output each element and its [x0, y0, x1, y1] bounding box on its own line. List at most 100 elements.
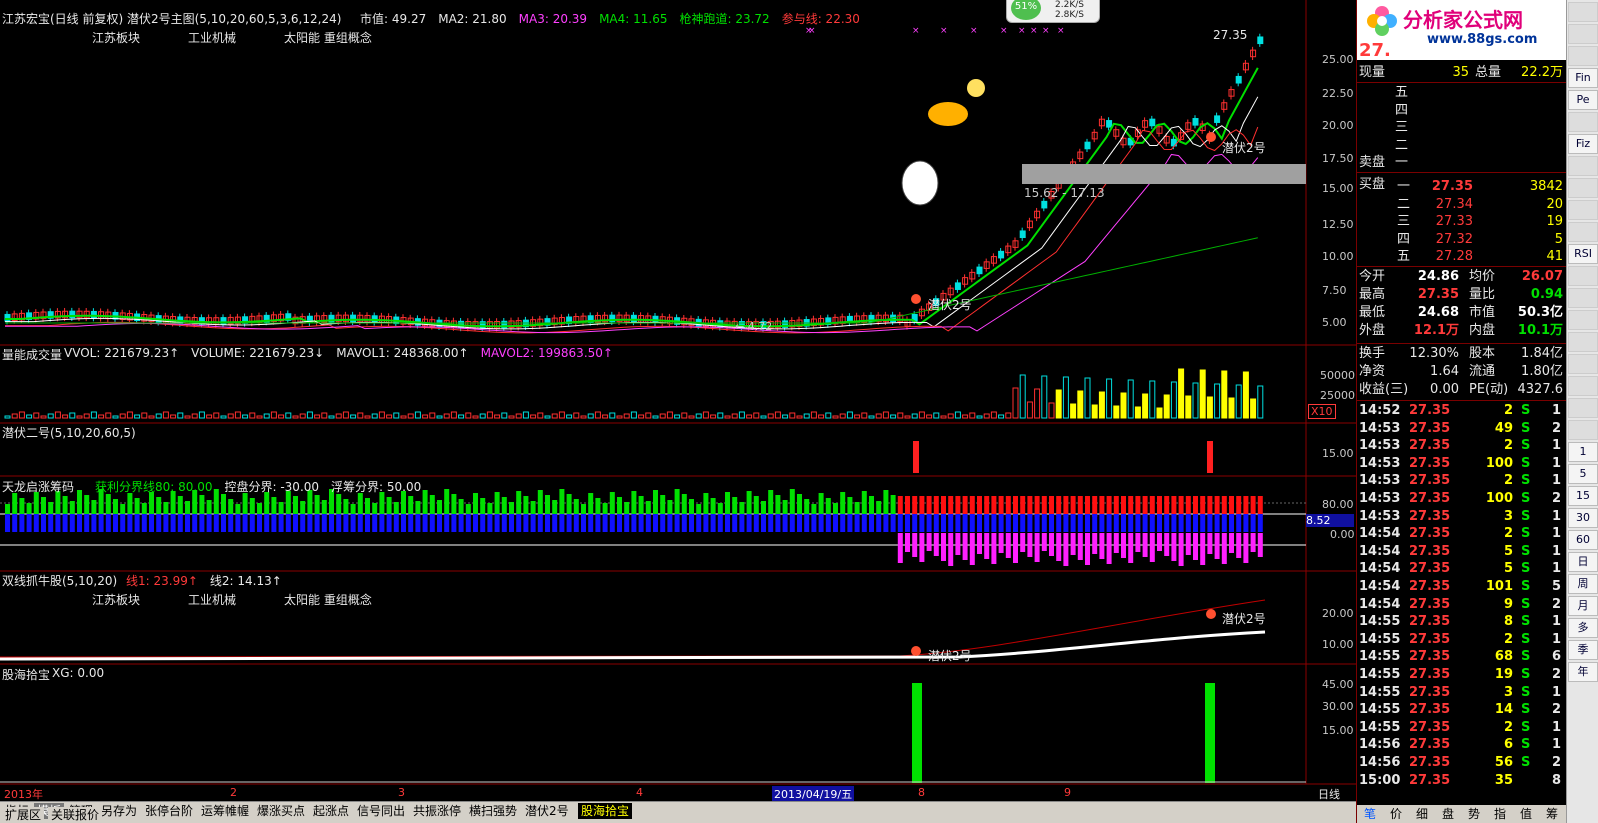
concept-tag[interactable]: 工业机械 [188, 31, 236, 45]
toolbar-item[interactable]: Fin [1568, 68, 1598, 88]
toolbar-item[interactable] [1568, 112, 1598, 132]
toolbar-item[interactable]: 1 [1568, 442, 1598, 462]
tianlong-magenta-bar [926, 533, 932, 551]
tianlong-green-bar [739, 502, 745, 514]
tianlong-red-bar [1250, 496, 1256, 515]
tab-11[interactable]: 潜伏2号 [522, 803, 572, 819]
tianlong-green-bar [228, 499, 234, 514]
chart-area[interactable]: × × × × × × × × × × 江苏宏宝(日线 前复权) 潜伏2号主图(5,10,20,6… [0, 0, 1356, 802]
quote-tab-4[interactable]: 势 [1461, 805, 1487, 823]
quote-tab-0[interactable]: 笔 [1357, 805, 1383, 823]
tab-7[interactable]: 起涨点 [310, 803, 352, 819]
concept-tag[interactable]: 工业机械 [188, 593, 236, 607]
tianlong-green-bar [573, 499, 579, 514]
tick-row: 14:55 27.35 2 S 1 [1359, 631, 1561, 647]
tab-3[interactable]: 另存为 [98, 803, 140, 819]
toolbar-item[interactable]: Pe [1568, 90, 1598, 110]
tianlong-green-bar [609, 492, 615, 514]
volume-bar [47, 413, 54, 419]
toolbar-item[interactable] [1568, 332, 1598, 352]
tianlong-blue-bar [1135, 514, 1141, 532]
toolbar-item[interactable]: 年 [1568, 662, 1598, 682]
toolbar-item[interactable] [1568, 376, 1598, 396]
concept-tag[interactable]: 江苏板块 [92, 593, 140, 607]
tianlong-red-bar [1034, 496, 1040, 517]
toolbar-item[interactable]: 日 [1568, 552, 1598, 572]
tianlong-blue-bar [242, 514, 248, 532]
toolbar-item[interactable] [1568, 24, 1598, 44]
tianlong-blue-bar [1257, 514, 1263, 532]
toolbar-item[interactable]: Fiz [1568, 134, 1598, 154]
guhai-axis-30: 30.00 [1322, 700, 1354, 713]
tab-10[interactable]: 横扫强势 [466, 803, 520, 819]
tianlong-panel-title: 天龙启涨筹码 [2, 480, 75, 494]
tianlong-blue-bar [861, 514, 867, 532]
toolbar-item[interactable]: RSI [1568, 244, 1598, 264]
toolbar-item[interactable] [1568, 310, 1598, 330]
toolbar-item[interactable] [1568, 266, 1598, 286]
main-indicator-values: 市值: 49.27 MA2: 21.80 MA3: 20.39 MA4: 11.65 枪… [360, 10, 872, 26]
network-speed-widget[interactable]: 51% 2.2K/S 2.8K/S [1006, 0, 1100, 23]
toolbar-item[interactable]: 5 [1568, 464, 1598, 484]
tianlong-red-bar [1027, 496, 1033, 516]
tianlong-blue-bar [681, 514, 687, 532]
quote-tab-7[interactable]: 筹 [1539, 805, 1565, 823]
concept-tag[interactable]: 太阳能 重组概念 [284, 593, 372, 607]
toolbar-item[interactable]: 周 [1568, 574, 1598, 594]
tianlong-blue-bar [271, 514, 277, 532]
toolbar-item[interactable] [1568, 288, 1598, 308]
price-axis-label: 17.50 [1322, 152, 1354, 165]
quote-tab-6[interactable]: 值 [1513, 805, 1539, 823]
tab-12[interactable]: 股海拾宝 [578, 803, 633, 819]
marker-icon: × [912, 26, 920, 36]
kline-chart[interactable]: ×× × × × × × × × × [0, 0, 1356, 801]
concept-tag[interactable]: 江苏板块 [92, 31, 140, 45]
toolbar-item[interactable] [1568, 2, 1598, 22]
tianlong-green-bar [840, 492, 846, 514]
tianlong-red-bar [1214, 496, 1220, 514]
toolbar-item[interactable] [1568, 398, 1598, 418]
toolbar-item[interactable]: 15 [1568, 486, 1598, 506]
toolbar-item[interactable] [1568, 200, 1598, 220]
tianlong-green-bar [379, 492, 385, 514]
volume-indicator-1: VOLUME: 221679.23↓ [191, 346, 325, 360]
time-axis-label: 2 [230, 786, 237, 799]
toolbar-item[interactable]: 30 [1568, 508, 1598, 528]
time-axis-label: 3 [398, 786, 405, 799]
ext-tab-0[interactable]: 扩展区 [2, 807, 45, 823]
tianlong-red-bar [897, 496, 903, 514]
toolbar-item[interactable] [1568, 46, 1598, 66]
tianlong-green-bar [717, 503, 723, 514]
ext-tab-1[interactable]: 关联报价 [48, 807, 103, 823]
tab-6[interactable]: 爆涨买点 [254, 803, 308, 819]
toolbar-item[interactable]: 多 [1568, 618, 1598, 638]
toolbar-item[interactable] [1568, 420, 1598, 440]
tab-8[interactable]: 信号同出 [354, 803, 408, 819]
quote-tab-1[interactable]: 价 [1383, 805, 1409, 823]
tianlong-magenta-bar [1013, 533, 1018, 563]
toolbar-item[interactable] [1568, 354, 1598, 374]
toolbar-item[interactable] [1568, 222, 1598, 242]
tianlong-green-bar [141, 503, 147, 514]
ma-long-line [5, 237, 1258, 324]
toolbar-item[interactable] [1568, 156, 1598, 176]
quote-tab-2[interactable]: 细 [1409, 805, 1435, 823]
tianlong-blue-bar [1063, 514, 1069, 532]
tab-5[interactable]: 运筹帷幄 [198, 803, 252, 819]
toolbar-item[interactable]: 月 [1568, 596, 1598, 616]
volume-bar [551, 413, 558, 419]
toolbar-item[interactable]: 季 [1568, 640, 1598, 660]
concept-tag[interactable]: 太阳能 重组概念 [284, 31, 372, 45]
toolbar-item[interactable]: 60 [1568, 530, 1598, 550]
period-label[interactable]: 日线 [1318, 786, 1340, 802]
tianlong-magenta-bar [1229, 533, 1234, 553]
quote-tab-3[interactable]: 盘 [1435, 805, 1461, 823]
tianlong-magenta-bar [1243, 533, 1249, 563]
tianlong-red-bar [1221, 496, 1227, 515]
tianlong-magenta-bar [1099, 533, 1105, 559]
quote-tab-5[interactable]: 指 [1487, 805, 1513, 823]
tianlong-red-bar [1077, 496, 1083, 515]
toolbar-item[interactable] [1568, 178, 1598, 198]
tab-4[interactable]: 张停台阶 [142, 803, 196, 819]
tab-9[interactable]: 共振涨停 [410, 803, 464, 819]
